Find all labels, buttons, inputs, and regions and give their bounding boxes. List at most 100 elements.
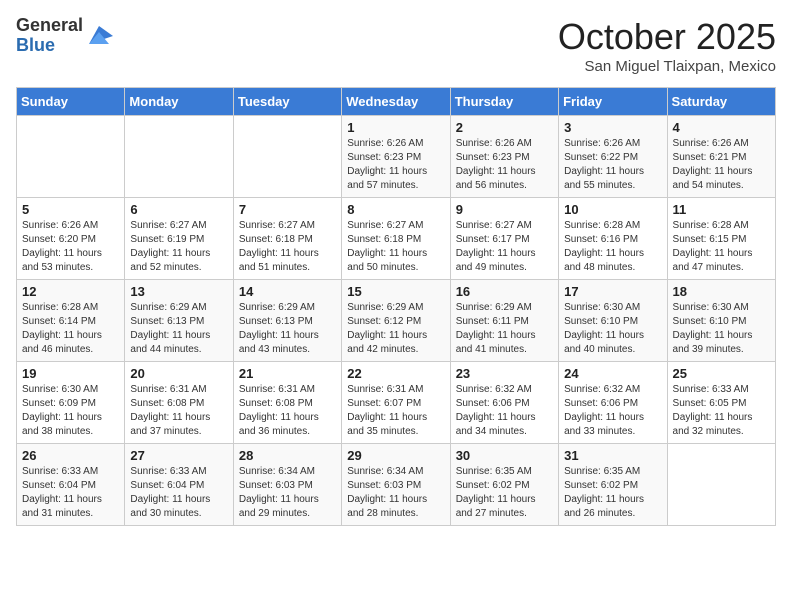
day-info: Sunrise: 6:34 AM Sunset: 6:03 PM Dayligh…	[347, 465, 444, 521]
calendar-cell: 4 Sunrise: 6:26 AM Sunset: 6:21 PM Daylig…	[667, 116, 775, 198]
calendar-header-row: SundayMondayTuesdayWednesdayThursdayFrid…	[17, 88, 776, 116]
location-subtitle: San Miguel Tlaixpan, Mexico	[558, 58, 776, 75]
header-sunday: Sunday	[17, 88, 125, 116]
day-info: Sunrise: 6:31 AM Sunset: 6:08 PM Dayligh…	[239, 383, 336, 439]
day-number: 14	[239, 284, 336, 299]
calendar-cell	[233, 116, 341, 198]
calendar-week-row: 26 Sunrise: 6:33 AM Sunset: 6:04 PM Dayli…	[17, 444, 776, 526]
header-thursday: Thursday	[450, 88, 558, 116]
calendar-cell: 18 Sunrise: 6:30 AM Sunset: 6:10 PM Dayli…	[667, 280, 775, 362]
header-tuesday: Tuesday	[233, 88, 341, 116]
calendar-cell: 2 Sunrise: 6:26 AM Sunset: 6:23 PM Daylig…	[450, 116, 558, 198]
day-number: 23	[456, 366, 553, 381]
day-info: Sunrise: 6:35 AM Sunset: 6:02 PM Dayligh…	[564, 465, 661, 521]
calendar-cell: 9 Sunrise: 6:27 AM Sunset: 6:17 PM Daylig…	[450, 198, 558, 280]
calendar-cell: 31 Sunrise: 6:35 AM Sunset: 6:02 PM Dayli…	[559, 444, 667, 526]
day-number: 29	[347, 448, 444, 463]
calendar-cell: 14 Sunrise: 6:29 AM Sunset: 6:13 PM Dayli…	[233, 280, 341, 362]
page-header: General Blue October 2025 San Miguel Tla…	[16, 16, 776, 75]
calendar-table: SundayMondayTuesdayWednesdayThursdayFrid…	[16, 87, 776, 526]
day-info: Sunrise: 6:26 AM Sunset: 6:20 PM Dayligh…	[22, 219, 119, 275]
calendar-cell: 26 Sunrise: 6:33 AM Sunset: 6:04 PM Dayli…	[17, 444, 125, 526]
day-info: Sunrise: 6:29 AM Sunset: 6:12 PM Dayligh…	[347, 301, 444, 357]
day-number: 5	[22, 202, 119, 217]
calendar-cell: 30 Sunrise: 6:35 AM Sunset: 6:02 PM Dayli…	[450, 444, 558, 526]
day-number: 18	[673, 284, 770, 299]
logo-text: General Blue	[16, 16, 83, 56]
calendar-week-row: 12 Sunrise: 6:28 AM Sunset: 6:14 PM Dayli…	[17, 280, 776, 362]
calendar-cell: 22 Sunrise: 6:31 AM Sunset: 6:07 PM Dayli…	[342, 362, 450, 444]
day-info: Sunrise: 6:27 AM Sunset: 6:18 PM Dayligh…	[347, 219, 444, 275]
day-info: Sunrise: 6:35 AM Sunset: 6:02 PM Dayligh…	[456, 465, 553, 521]
logo-general: General	[16, 16, 83, 36]
calendar-cell: 19 Sunrise: 6:30 AM Sunset: 6:09 PM Dayli…	[17, 362, 125, 444]
calendar-cell: 29 Sunrise: 6:34 AM Sunset: 6:03 PM Dayli…	[342, 444, 450, 526]
day-info: Sunrise: 6:26 AM Sunset: 6:23 PM Dayligh…	[456, 137, 553, 193]
day-info: Sunrise: 6:26 AM Sunset: 6:22 PM Dayligh…	[564, 137, 661, 193]
day-number: 12	[22, 284, 119, 299]
day-info: Sunrise: 6:34 AM Sunset: 6:03 PM Dayligh…	[239, 465, 336, 521]
calendar-week-row: 19 Sunrise: 6:30 AM Sunset: 6:09 PM Dayli…	[17, 362, 776, 444]
logo-blue: Blue	[16, 36, 83, 56]
calendar-cell: 21 Sunrise: 6:31 AM Sunset: 6:08 PM Dayli…	[233, 362, 341, 444]
day-number: 8	[347, 202, 444, 217]
calendar-cell: 24 Sunrise: 6:32 AM Sunset: 6:06 PM Dayli…	[559, 362, 667, 444]
day-info: Sunrise: 6:27 AM Sunset: 6:19 PM Dayligh…	[130, 219, 227, 275]
calendar-cell: 8 Sunrise: 6:27 AM Sunset: 6:18 PM Daylig…	[342, 198, 450, 280]
header-monday: Monday	[125, 88, 233, 116]
day-number: 2	[456, 120, 553, 135]
calendar-cell: 25Sunrise: 6:33 AM Sunset: 6:05 PM Dayli…	[667, 362, 775, 444]
day-info: Sunrise: 6:26 AM Sunset: 6:23 PM Dayligh…	[347, 137, 444, 193]
day-number: 22	[347, 366, 444, 381]
day-info: Sunrise: 6:31 AM Sunset: 6:07 PM Dayligh…	[347, 383, 444, 439]
day-number: 31	[564, 448, 661, 463]
day-number: 20	[130, 366, 227, 381]
day-number: 19	[22, 366, 119, 381]
day-info: Sunrise: 6:30 AM Sunset: 6:10 PM Dayligh…	[564, 301, 661, 357]
day-info: Sunrise: 6:28 AM Sunset: 6:14 PM Dayligh…	[22, 301, 119, 357]
day-number: 25	[673, 366, 770, 381]
day-number: 1	[347, 120, 444, 135]
header-saturday: Saturday	[667, 88, 775, 116]
day-info: Sunrise: 6:27 AM Sunset: 6:17 PM Dayligh…	[456, 219, 553, 275]
logo-icon	[85, 22, 113, 50]
day-info: Sunrise: 6:33 AM Sunset: 6:04 PM Dayligh…	[130, 465, 227, 521]
day-info: Sunrise: 6:33 AM Sunset: 6:04 PM Dayligh…	[22, 465, 119, 521]
day-info: Sunrise: 6:29 AM Sunset: 6:11 PM Dayligh…	[456, 301, 553, 357]
calendar-cell: 13Sunrise: 6:29 AM Sunset: 6:13 PM Dayli…	[125, 280, 233, 362]
day-info: Sunrise: 6:29 AM Sunset: 6:13 PM Dayligh…	[239, 301, 336, 357]
month-title: October 2025	[558, 16, 776, 58]
day-number: 15	[347, 284, 444, 299]
day-number: 24	[564, 366, 661, 381]
day-number: 4	[673, 120, 770, 135]
calendar-cell: 17 Sunrise: 6:30 AM Sunset: 6:10 PM Dayli…	[559, 280, 667, 362]
day-info: Sunrise: 6:32 AM Sunset: 6:06 PM Dayligh…	[564, 383, 661, 439]
day-number: 6	[130, 202, 227, 217]
day-info: Sunrise: 6:31 AM Sunset: 6:08 PM Dayligh…	[130, 383, 227, 439]
day-number: 11	[673, 202, 770, 217]
calendar-cell: 12 Sunrise: 6:28 AM Sunset: 6:14 PM Dayli…	[17, 280, 125, 362]
day-info: Sunrise: 6:30 AM Sunset: 6:10 PM Dayligh…	[673, 301, 770, 357]
day-info: Sunrise: 6:30 AM Sunset: 6:09 PM Dayligh…	[22, 383, 119, 439]
day-number: 7	[239, 202, 336, 217]
day-number: 17	[564, 284, 661, 299]
calendar-cell: 11 Sunrise: 6:28 AM Sunset: 6:15 PM Dayli…	[667, 198, 775, 280]
day-info: Sunrise: 6:29 AM Sunset: 6:13 PM Dayligh…	[130, 301, 227, 357]
calendar-cell: 5 Sunrise: 6:26 AM Sunset: 6:20 PM Daylig…	[17, 198, 125, 280]
calendar-week-row: 5 Sunrise: 6:26 AM Sunset: 6:20 PM Daylig…	[17, 198, 776, 280]
calendar-cell: 6 Sunrise: 6:27 AM Sunset: 6:19 PM Daylig…	[125, 198, 233, 280]
day-info: Sunrise: 6:26 AM Sunset: 6:21 PM Dayligh…	[673, 137, 770, 193]
calendar-cell	[667, 444, 775, 526]
day-number: 16	[456, 284, 553, 299]
calendar-cell: 28Sunrise: 6:34 AM Sunset: 6:03 PM Dayli…	[233, 444, 341, 526]
day-number: 26	[22, 448, 119, 463]
day-number: 9	[456, 202, 553, 217]
calendar-cell: 20 Sunrise: 6:31 AM Sunset: 6:08 PM Dayli…	[125, 362, 233, 444]
calendar-cell: 3 Sunrise: 6:26 AM Sunset: 6:22 PM Daylig…	[559, 116, 667, 198]
day-info: Sunrise: 6:28 AM Sunset: 6:15 PM Dayligh…	[673, 219, 770, 275]
day-info: Sunrise: 6:28 AM Sunset: 6:16 PM Dayligh…	[564, 219, 661, 275]
calendar-cell: 16 Sunrise: 6:29 AM Sunset: 6:11 PM Dayli…	[450, 280, 558, 362]
day-number: 21	[239, 366, 336, 381]
day-number: 30	[456, 448, 553, 463]
day-number: 3	[564, 120, 661, 135]
